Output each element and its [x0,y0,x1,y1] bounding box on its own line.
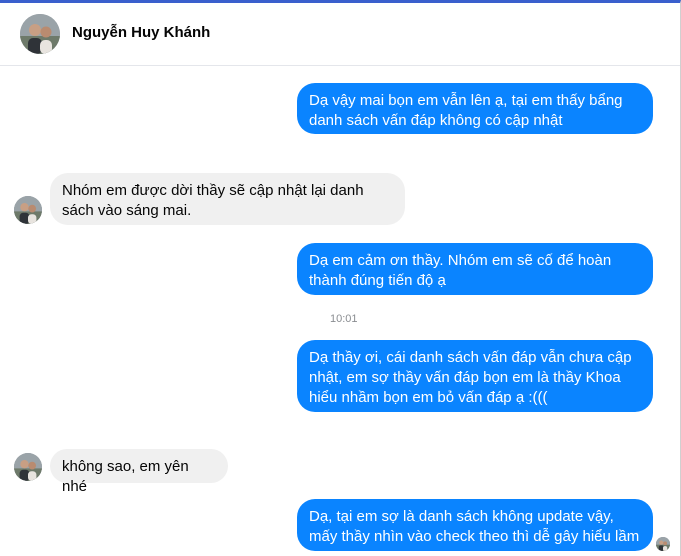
outgoing-message[interactable]: Dạ thầy ơi, cái danh sách vấn đáp vẫn ch… [297,340,653,412]
message-timestamp: 10:01 [330,313,358,325]
contact-name[interactable]: Nguyễn Huy Khánh [72,24,210,41]
outgoing-message[interactable]: Dạ, tại em sợ là danh sách không update … [297,499,653,551]
contact-avatar[interactable] [20,14,60,54]
avatar-photo-icon [20,14,60,54]
sender-avatar[interactable] [14,453,42,481]
avatar-photo-icon [14,196,42,224]
avatar-photo-icon [656,537,670,551]
sender-avatar[interactable] [14,196,42,224]
incoming-message[interactable]: Nhóm em được dời thầy sẽ cập nhật lại da… [50,173,405,225]
incoming-message[interactable]: không sao, em yên nhé [50,449,228,495]
chat-header: Nguyễn Huy Khánh [0,3,680,66]
outgoing-message[interactable]: Dạ em cảm ơn thầy. Nhóm em sẽ cố để hoàn… [297,243,653,295]
outgoing-message[interactable]: Dạ vậy mai bọn em vẫn lên ạ, tại em thấy… [297,83,653,134]
read-receipt-avatar [656,537,670,551]
avatar-photo-icon [14,453,42,481]
